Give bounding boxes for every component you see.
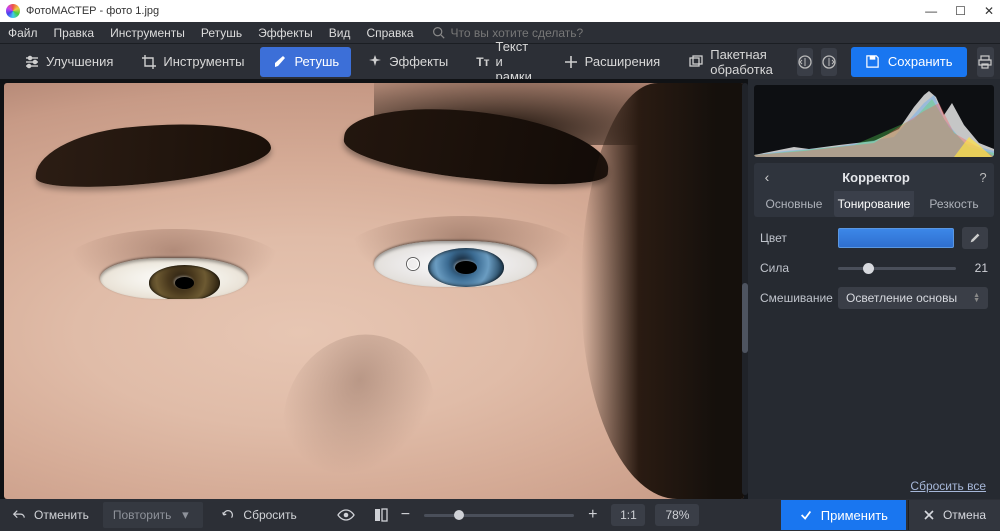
undo-button[interactable]: Отменить	[2, 502, 99, 528]
cancel-label: Отмена	[943, 508, 986, 522]
menu-tools[interactable]: Инструменты	[102, 26, 193, 40]
window-close-button[interactable]: ✕	[984, 4, 994, 18]
tab-tools[interactable]: Инструменты	[129, 47, 256, 77]
eyedropper-button[interactable]	[962, 227, 988, 249]
menu-help[interactable]: Справка	[358, 26, 421, 40]
compare-before-button[interactable]	[797, 48, 813, 76]
panel-header: ‹ Корректор ?	[754, 163, 994, 191]
tab-retouch[interactable]: Ретушь	[260, 47, 351, 77]
tab-batch-label: Пакетная обработка	[710, 47, 773, 77]
menu-file[interactable]: Файл	[0, 26, 46, 40]
text-icon: Tт	[476, 54, 489, 70]
redo-button[interactable]: Повторить ▾	[103, 502, 204, 528]
window-minimize-button[interactable]: —	[925, 4, 937, 18]
menu-effects[interactable]: Эффекты	[250, 26, 321, 40]
refresh-icon	[221, 508, 237, 522]
histogram[interactable]	[754, 85, 994, 157]
panel-back-button[interactable]: ‹	[754, 169, 780, 185]
app-logo-icon	[6, 4, 20, 18]
split-compare-button[interactable]	[367, 502, 395, 528]
tab-batch[interactable]: Пакетная обработка	[676, 47, 785, 77]
strength-label: Сила	[760, 261, 830, 275]
sliders-icon	[24, 54, 40, 70]
blend-select[interactable]: Осветление основы ▲▼	[838, 287, 988, 309]
subtab-sharpen[interactable]: Резкость	[914, 191, 994, 217]
undo-icon	[12, 508, 28, 522]
split-icon	[373, 507, 389, 523]
redo-label: Повторить	[113, 508, 172, 522]
canvas-scrollbar[interactable]	[742, 83, 748, 495]
close-icon	[923, 509, 935, 521]
search-icon	[432, 26, 445, 39]
window-titlebar: ФотоМАСТЕР - фото 1.jpg — ☐ ✕	[0, 0, 1000, 22]
cancel-button[interactable]: Отмена	[908, 500, 1000, 530]
save-button-label: Сохранить	[888, 54, 953, 69]
batch-icon	[688, 54, 704, 70]
compare-after-button[interactable]	[821, 48, 837, 76]
tab-enhance-label: Улучшения	[46, 54, 113, 69]
reset-all-link[interactable]: Сбросить все	[748, 473, 1000, 499]
blend-label: Смешивание	[760, 291, 830, 305]
bottom-bar: Отменить Повторить ▾ Сбросить − + 1:1 78…	[0, 499, 1000, 531]
color-label: Цвет	[760, 231, 830, 245]
zoom-in-button[interactable]: +	[584, 506, 601, 524]
workspace: ‹ Корректор ? Основные Тонирование Резко…	[0, 79, 1000, 499]
panel-help-button[interactable]: ?	[972, 170, 994, 185]
crop-icon	[141, 54, 157, 70]
chevron-down-icon: ▾	[177, 507, 193, 523]
menu-retouch[interactable]: Ретушь	[193, 26, 250, 40]
right-panel: ‹ Корректор ? Основные Тонирование Резко…	[748, 79, 1000, 499]
tab-enhance[interactable]: Улучшения	[12, 47, 125, 77]
apply-label: Применить	[821, 508, 888, 523]
panel-title: Корректор	[780, 170, 972, 185]
eye-toggle-button[interactable]	[331, 502, 359, 528]
window-title: ФотоМАСТЕР - фото 1.jpg	[26, 5, 925, 17]
strength-row: Сила 21	[760, 261, 988, 275]
color-row: Цвет	[760, 227, 988, 249]
strength-slider[interactable]	[838, 267, 956, 270]
panel-controls: Цвет Сила 21 Смешивание Осветление основ…	[748, 217, 1000, 321]
sparkle-icon	[367, 54, 383, 70]
zoom-out-button[interactable]: −	[397, 506, 414, 524]
tab-effects-label: Эффекты	[389, 54, 448, 69]
blend-row: Смешивание Осветление основы ▲▼	[760, 287, 988, 309]
select-spinner-icon: ▲▼	[973, 293, 980, 303]
subtab-toning[interactable]: Тонирование	[834, 191, 914, 217]
tab-extensions[interactable]: Расширения	[551, 47, 673, 77]
panel-subtabs: Основные Тонирование Резкость	[754, 191, 994, 217]
apply-button[interactable]: Применить	[781, 500, 906, 530]
color-swatch[interactable]	[838, 228, 954, 248]
reset-label: Сбросить	[243, 508, 296, 522]
main-toolbar: Улучшения Инструменты Ретушь Эффекты Tт …	[0, 43, 1000, 79]
tab-effects[interactable]: Эффекты	[355, 47, 460, 77]
tab-retouch-label: Ретушь	[294, 54, 339, 69]
strength-value: 21	[968, 261, 988, 275]
tab-tools-label: Инструменты	[163, 54, 244, 69]
save-button[interactable]: Сохранить	[851, 47, 967, 77]
eye-icon	[337, 508, 353, 522]
tab-text[interactable]: Tт Текст и рамки	[464, 47, 546, 77]
check-icon	[799, 508, 813, 522]
zoom-controls: − + 1:1 78%	[397, 504, 700, 526]
plus-icon	[563, 54, 579, 70]
window-maximize-button[interactable]: ☐	[955, 4, 966, 18]
brush-cursor-icon	[407, 258, 419, 270]
subtab-basic[interactable]: Основные	[754, 191, 834, 217]
zoom-slider[interactable]	[424, 514, 574, 517]
blend-value: Осветление основы	[846, 291, 957, 305]
canvas-area[interactable]	[0, 79, 748, 499]
reset-button[interactable]: Сбросить	[211, 502, 306, 528]
save-icon	[865, 54, 880, 69]
menu-view[interactable]: Вид	[321, 26, 359, 40]
zoom-percent[interactable]: 78%	[655, 504, 699, 526]
print-button[interactable]	[977, 47, 995, 77]
image-canvas[interactable]	[4, 83, 744, 499]
zoom-ratio-button[interactable]: 1:1	[611, 504, 645, 526]
tab-text-label: Текст и рамки	[495, 39, 534, 84]
brush-icon	[272, 54, 288, 70]
undo-label: Отменить	[34, 508, 89, 522]
menu-edit[interactable]: Правка	[46, 26, 103, 40]
search-input[interactable]: Что вы хотите сделать?	[451, 26, 584, 40]
tab-extensions-label: Расширения	[585, 54, 661, 69]
